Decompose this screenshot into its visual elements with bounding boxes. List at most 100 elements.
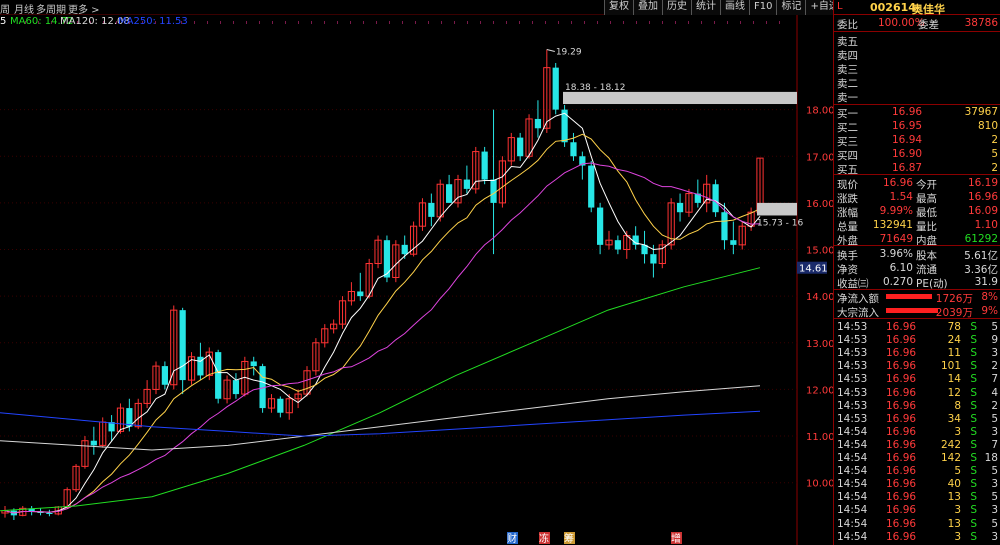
tick-side: S <box>970 452 977 464</box>
period-marker <box>506 21 507 24</box>
tab-more[interactable]: 更多 > <box>68 1 100 16</box>
candle-body-down <box>721 212 728 241</box>
period-marker <box>584 21 585 24</box>
tick-price: 16.96 <box>886 321 917 333</box>
tick-row: 14:54 16.96 3 S 3 <box>834 425 1000 439</box>
stock-name: 奥佳华 <box>912 3 945 16</box>
candle-body-down <box>250 361 257 367</box>
candlestick-chart[interactable]: 18.00 17.00 16.00 15.00 14.00 13.00 12.00 11.00… <box>0 15 833 545</box>
quote-row: 涨幅 9.99% 最低 16.09 <box>834 204 1000 219</box>
tick-row: 14:53 16.96 11 S 3 <box>834 346 1000 360</box>
price-tick-label: 18.00 <box>806 106 833 117</box>
tick-price: 16.96 <box>886 452 917 464</box>
bid-row: 买四 16.90 5 <box>834 147 1000 162</box>
tick-time: 14:53 <box>837 360 868 373</box>
tick-time: 14:54 <box>837 504 868 517</box>
period-marker <box>597 21 598 24</box>
period-marker <box>649 21 650 24</box>
tick-count: 9 <box>991 334 998 347</box>
quote-value: 16.96 <box>882 177 913 189</box>
fund-row: 换手 3.96% 股本 5.61亿 <box>834 247 1000 262</box>
weicha-label: 委差 <box>918 19 939 31</box>
f10-button[interactable]: F10 <box>749 0 777 15</box>
tick-volume: 8 <box>954 399 961 412</box>
flow-bar <box>886 308 938 313</box>
tick-side: S <box>970 334 977 347</box>
bid-volume: 810 <box>977 120 998 132</box>
tab-week[interactable]: 周 <box>0 1 10 16</box>
chart-canvas: 18.00 17.00 16.00 15.00 14.00 13.00 12.00 11.00… <box>0 15 833 545</box>
period-marker <box>415 21 416 24</box>
bid-volume: 2 <box>991 134 998 146</box>
ma20-line <box>4 162 761 514</box>
candle-body-down <box>463 179 470 189</box>
period-marker <box>480 21 481 24</box>
candle-body-down <box>588 165 595 208</box>
tick-volume: 11 <box>947 347 961 360</box>
tick-count: 4 <box>991 386 998 399</box>
tick-time: 14:54 <box>837 452 868 464</box>
period-marker <box>519 21 520 24</box>
period-marker <box>337 21 338 24</box>
high-price-label: 19.29 <box>556 47 582 57</box>
tick-time: 14:53 <box>837 321 868 333</box>
tick-time: 14:53 <box>837 373 868 386</box>
period-marker <box>545 21 546 24</box>
period-marker <box>259 21 260 24</box>
period-marker <box>571 21 572 24</box>
bid-price: 16.94 <box>892 134 923 146</box>
restore-rights-button[interactable]: 复权 <box>604 0 633 15</box>
period-marker <box>493 21 494 24</box>
statistics-button[interactable]: 统计 <box>691 0 720 15</box>
tick-time: 14:53 <box>837 412 868 425</box>
tick-volume: 101 <box>940 360 961 373</box>
period-marker <box>454 21 455 24</box>
tick-row: 14:53 16.96 24 S 9 <box>834 333 1000 347</box>
tick-count: 2 <box>991 399 998 412</box>
tick-side: S <box>970 347 977 360</box>
quote-value: 9.99% <box>879 205 913 217</box>
tick-volume: 242 <box>940 438 961 451</box>
history-button[interactable]: 历史 <box>662 0 691 15</box>
support-zone-label: 15.73 - 16 <box>757 218 803 228</box>
weibi-row: 委比 100.00% 委差 38786 <box>834 16 1000 31</box>
overlay-button[interactable]: 叠加 <box>633 0 662 15</box>
draw-line-button[interactable]: 画线 <box>720 0 749 15</box>
tick-row: 14:53 16.96 34 S 5 <box>834 412 1000 426</box>
candle-body-down <box>481 151 488 180</box>
tick-price: 16.96 <box>886 386 917 399</box>
mark-button[interactable]: 标记 <box>776 0 806 15</box>
tick-price: 16.96 <box>886 478 917 491</box>
tick-count: 5 <box>991 491 998 504</box>
quote-value-2: 16.19 <box>967 177 998 189</box>
candle-body-down <box>215 352 222 399</box>
period-marker <box>727 21 728 24</box>
tick-time: 14:53 <box>837 399 868 412</box>
tick-row: 14:54 16.96 142 S 18 <box>834 451 1000 465</box>
resistance-zone-label: 18.38 - 18.12 <box>565 83 626 93</box>
period-marker <box>441 21 442 24</box>
tick-row: 14:53 16.96 12 S 4 <box>834 386 1000 400</box>
candle-body-down <box>517 137 524 157</box>
tick-count: 7 <box>991 438 998 451</box>
tick-row: 14:54 16.96 13 S 5 <box>834 517 1000 531</box>
candle-body-down <box>614 240 621 250</box>
tick-row: 14:54 16.96 3 S 3 <box>834 530 1000 544</box>
tab-multi-period[interactable]: 多周期 <box>36 1 66 16</box>
ask-row: 卖四 <box>834 47 1000 62</box>
tick-count: 18 <box>984 452 998 464</box>
tick-side: S <box>970 386 977 399</box>
tick-row: 14:53 16.96 78 S 5 <box>834 320 1000 334</box>
tab-month[interactable]: 月线 <box>14 1 34 16</box>
tick-count: 3 <box>991 425 998 438</box>
tick-time: 14:54 <box>837 425 868 438</box>
market-label: L <box>837 1 843 12</box>
period-marker <box>272 21 273 24</box>
candle-body-down <box>490 179 497 203</box>
ask-row: 卖三 <box>834 61 1000 76</box>
quote-value: 132941 <box>872 219 913 231</box>
tick-count: 3 <box>991 347 998 360</box>
event-marker-label: 冻 <box>539 532 549 545</box>
price-tick-label: 10.00 <box>806 479 833 490</box>
candle-body-down <box>534 118 542 129</box>
